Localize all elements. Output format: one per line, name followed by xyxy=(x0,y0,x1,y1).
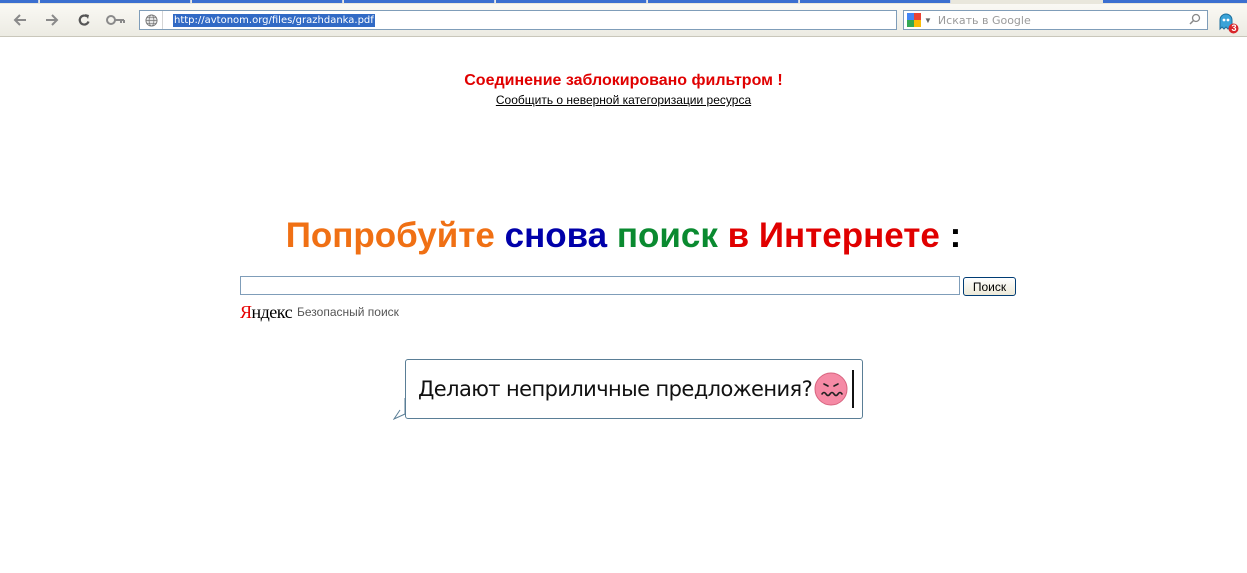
embarrassed-smiley-icon xyxy=(814,372,848,406)
headline-word-3: поиск xyxy=(616,216,718,255)
ad-banner[interactable]: Делают неприличные предложения? xyxy=(405,359,863,419)
headline-word-2: снова xyxy=(504,216,608,255)
search-headline: Попробуйте снова поиск в Интернете : xyxy=(0,214,1247,258)
browser-toolbar: http://avtonom.org/files/grazhdanka.pdf … xyxy=(0,4,1247,37)
tab-1[interactable] xyxy=(0,0,39,3)
tab-4[interactable] xyxy=(344,0,495,3)
block-title: Соединение заблокировано фильтром ! xyxy=(464,72,783,89)
tab-2[interactable] xyxy=(40,0,191,3)
extension-button[interactable]: 3 xyxy=(1217,12,1239,34)
yandex-search-button[interactable]: Поиск xyxy=(963,277,1016,296)
tab-7[interactable] xyxy=(800,0,951,3)
report-miscategorization-link[interactable]: Сообщить о неверной категоризации ресурс… xyxy=(496,93,751,107)
globe-icon xyxy=(144,13,158,27)
yandex-logo[interactable]: Яндекс xyxy=(240,302,293,322)
text-cursor xyxy=(852,370,854,408)
magnifier-icon[interactable] xyxy=(1189,13,1201,28)
password-key-button[interactable] xyxy=(104,8,128,32)
web-search-placeholder[interactable]: Искать в Google xyxy=(938,14,1189,27)
extension-badge: 3 xyxy=(1231,23,1237,33)
key-icon xyxy=(106,15,125,25)
site-info-button[interactable] xyxy=(140,11,163,29)
yandex-logo-first-letter: Я xyxy=(240,302,252,322)
reload-icon xyxy=(78,14,90,26)
forward-button[interactable] xyxy=(40,8,64,32)
url-text[interactable]: http://avtonom.org/files/grazhdanka.pdf xyxy=(173,13,375,27)
yandex-logo-rest: ндекс xyxy=(251,302,293,322)
headline-word-4: в Интернете xyxy=(727,216,940,255)
block-notice: Соединение заблокировано фильтром ! Сооб… xyxy=(0,71,1247,109)
search-engine-dropdown-icon[interactable]: ▼ xyxy=(924,16,932,25)
tab-5[interactable] xyxy=(496,0,647,3)
back-arrow-icon xyxy=(13,14,26,26)
yandex-search-input[interactable] xyxy=(240,276,960,295)
reload-button[interactable] xyxy=(72,8,96,32)
headline-word-1: Попробуйте xyxy=(285,216,495,255)
tab-3[interactable] xyxy=(192,0,343,3)
tab-6[interactable] xyxy=(648,0,799,3)
forward-arrow-icon xyxy=(46,14,59,26)
web-search-bar[interactable]: ▼ Искать в Google xyxy=(903,10,1208,30)
ad-banner-text: Делают неприличные предложения? xyxy=(418,377,813,401)
headline-colon: : xyxy=(949,216,962,255)
google-icon[interactable] xyxy=(907,13,921,27)
back-button[interactable] xyxy=(8,8,32,32)
address-bar[interactable]: http://avtonom.org/files/grazhdanka.pdf xyxy=(139,10,897,30)
tab-8[interactable] xyxy=(1103,0,1247,3)
safe-search-label: Безопасный поиск xyxy=(297,305,399,319)
